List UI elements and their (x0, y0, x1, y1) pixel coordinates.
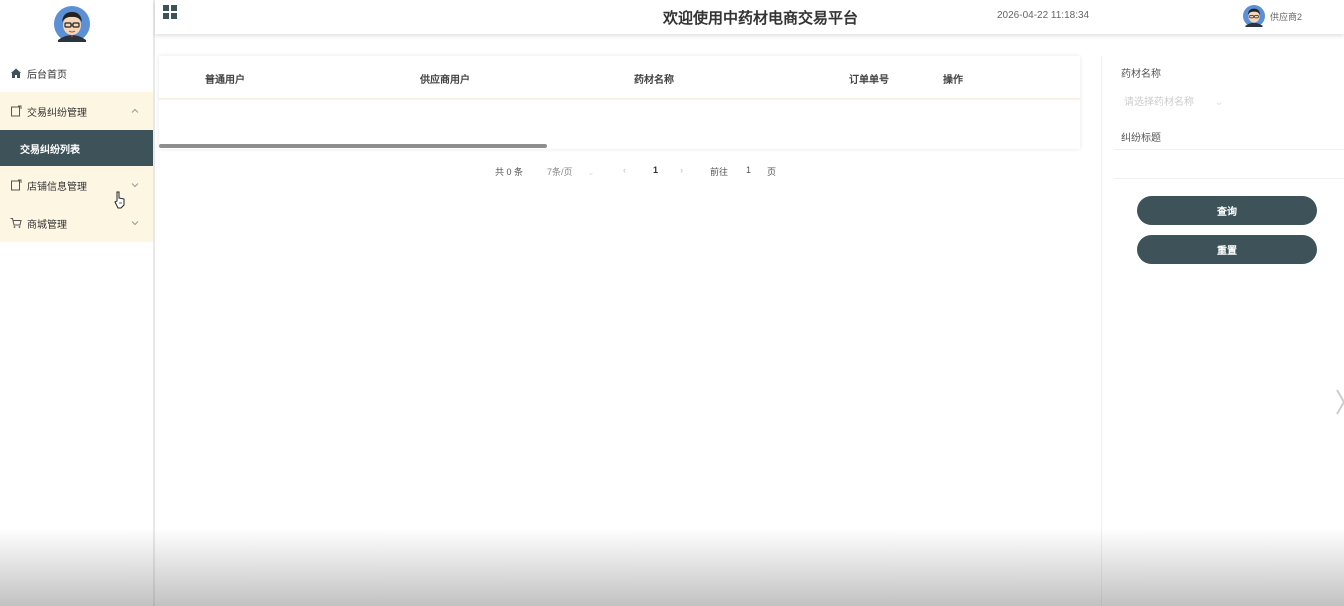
chevron-down-icon (131, 219, 139, 227)
grid-menu-icon[interactable] (163, 5, 177, 19)
sidebar-menu: 后台首页 交易纠纷管理 交易纠纷列表 店铺信息管理 商城管理 (0, 54, 153, 242)
page-suffix: 页 (767, 167, 777, 177)
page-title: 欢迎使用中药材电商交易平台 (663, 10, 859, 27)
sidebar-item-label: 后台首页 (27, 69, 67, 81)
dispute-title-label: 纠纷标题 (1121, 133, 1161, 144)
user-menu[interactable]: 供应商2 (1243, 5, 1302, 27)
sidebar-item-shop-info[interactable]: 店铺信息管理 (0, 166, 153, 204)
total-count: 共 0 条 (495, 167, 524, 177)
herb-name-label: 药材名称 (1121, 69, 1161, 80)
sidebar-item-label: 交易纠纷管理 (27, 107, 87, 119)
username: 供应商2 (1270, 11, 1303, 22)
next-page-button[interactable]: › (680, 165, 683, 175)
collapse-arrow-icon[interactable] (1335, 388, 1344, 416)
column-header: 普通用户 (205, 75, 245, 86)
current-datetime: 2026-04-22 11:18:34 (997, 10, 1090, 21)
document-icon (10, 179, 22, 191)
sidebar-item-mall[interactable]: 商城管理 (0, 204, 153, 242)
reset-button[interactable]: 重置 (1137, 235, 1317, 264)
sidebar-item-label: 店铺信息管理 (27, 181, 87, 193)
current-page[interactable]: 1 (653, 165, 658, 175)
sidebar-item-home[interactable]: 后台首页 (0, 54, 153, 92)
dispute-title-input[interactable] (1114, 149, 1344, 179)
avatar (54, 6, 90, 42)
document-icon (10, 105, 22, 117)
table-header: 普通用户 供应商用户 药材名称 订单单号 操作 (159, 56, 1080, 100)
search-panel: 药材名称 请选择药材名称 ⌄ 纠纷标题 查询 重置 (1101, 56, 1344, 606)
sidebar-item-label: 商城管理 (27, 219, 67, 231)
herb-name-select[interactable]: 请选择药材名称 ⌄ (1124, 93, 1223, 108)
column-header: 供应商用户 (420, 75, 470, 86)
sidebar-subitem-label: 交易纠纷列表 (20, 144, 80, 156)
dispute-table: 普通用户 供应商用户 药材名称 订单单号 操作 (159, 56, 1080, 149)
home-icon (10, 67, 22, 79)
cart-icon (10, 217, 22, 229)
column-header: 订单单号 (849, 75, 889, 86)
goto-page-input[interactable]: 1 (746, 165, 751, 175)
horizontal-scrollbar[interactable] (159, 144, 547, 148)
herb-name-placeholder: 请选择药材名称 (1124, 97, 1194, 108)
page-size-select[interactable]: 7条/页 ⌄ (547, 165, 595, 178)
chevron-down-icon (131, 181, 139, 189)
column-header: 药材名称 (634, 75, 674, 86)
top-header: 欢迎使用中药材电商交易平台 2026-04-22 11:18:34 供应商2 (155, 0, 1344, 34)
chevron-down-icon: ⌄ (587, 167, 595, 177)
sidebar-item-dispute-list[interactable]: 交易纠纷列表 (0, 130, 153, 166)
mouse-cursor-icon (114, 191, 126, 209)
query-button[interactable]: 查询 (1137, 196, 1317, 225)
chevron-up-icon (131, 107, 139, 115)
user-avatar (1243, 5, 1265, 27)
page-size-value: 7条/页 (547, 167, 573, 177)
sidebar: 后台首页 交易纠纷管理 交易纠纷列表 店铺信息管理 商城管理 (0, 0, 155, 606)
sidebar-item-dispute-management[interactable]: 交易纠纷管理 (0, 92, 153, 130)
goto-label: 前往 (710, 167, 729, 177)
chevron-down-icon: ⌄ (1214, 97, 1224, 108)
prev-page-button[interactable]: ‹ (623, 165, 626, 175)
column-header: 操作 (943, 75, 963, 86)
